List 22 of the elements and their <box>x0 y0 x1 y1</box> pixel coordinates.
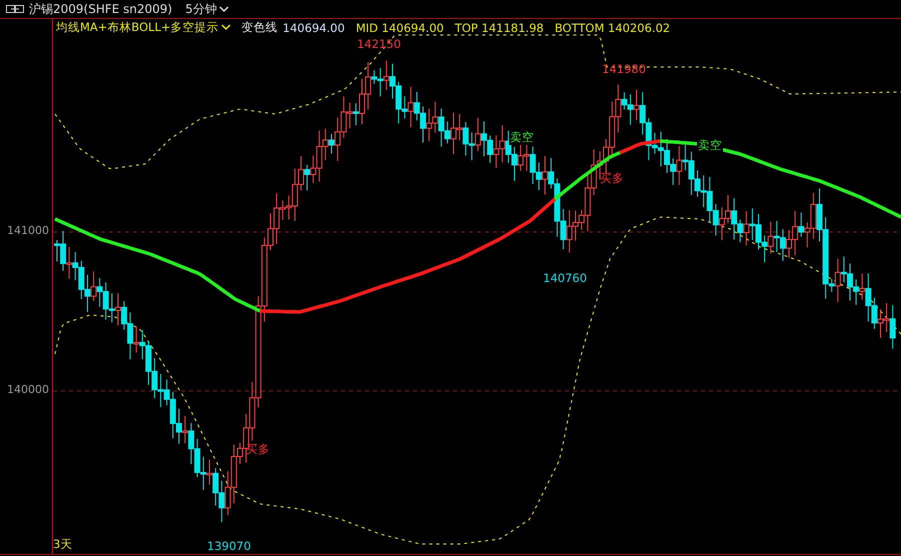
sell-signal-label: 卖空 <box>697 138 723 153</box>
buy-signal-label: 买多 <box>246 442 270 457</box>
indicator-dropdown[interactable]: 均线MA+布林BOLL+多空提示 <box>56 20 231 35</box>
axis-label: 140000 <box>7 383 49 396</box>
low-price-label: 140760 <box>543 271 587 285</box>
indicator-value: 140694.00 <box>282 20 345 34</box>
window-title: 沪锡2009(SHFE sn2009) <box>29 0 172 18</box>
caret-icon[interactable] <box>218 6 229 12</box>
indicator-stat: BOTTOM 140206.02 <box>554 20 670 34</box>
range-label: 3天 <box>53 537 72 552</box>
indicator-stat: MID 140694.00 <box>356 20 444 34</box>
indicator-label: 变色线 <box>242 20 278 35</box>
indicator-stat: TOP 141181.98 <box>454 20 544 34</box>
axis-label: 141000 <box>7 224 49 237</box>
high-price-label: 142150 <box>357 37 401 51</box>
low-price-label: 139070 <box>207 539 251 553</box>
link-icon[interactable] <box>6 5 24 13</box>
high-price-label: 141980 <box>602 62 646 76</box>
period-dropdown[interactable]: 5分钟 <box>177 0 229 18</box>
sell-signal-label: 卖空 <box>509 130 535 145</box>
caret-icon[interactable] <box>220 24 231 31</box>
buy-signal-label: 买多 <box>600 171 624 186</box>
